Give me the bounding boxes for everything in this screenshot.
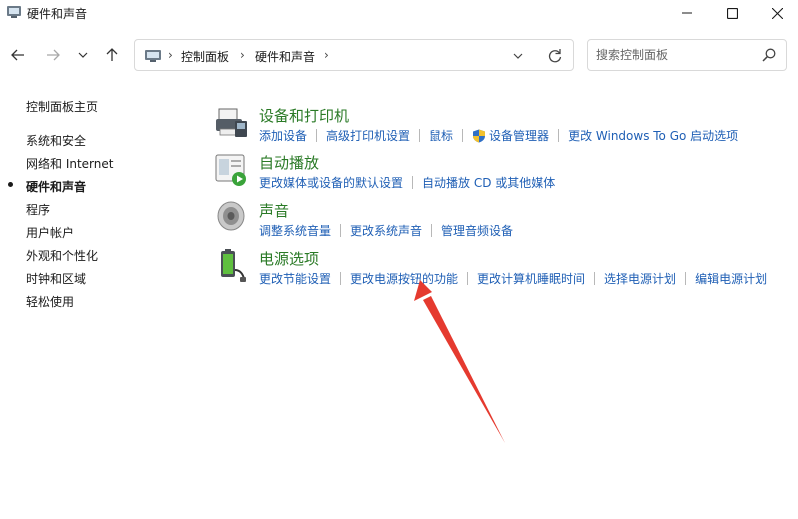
category-links: 更改节能设置 更改电源按钮的功能 更改计算机睡眠时间 选择电源计划 编辑电源计划 [259,270,767,287]
back-button[interactable] [7,44,29,66]
search-icon[interactable] [762,48,776,62]
category-title-sound[interactable]: 声音 [259,200,289,221]
link-change-system-sounds[interactable]: 更改系统声音 [350,222,422,239]
link-device-manager[interactable]: 设备管理器 [489,127,549,144]
category-links: 添加设备 高级打印机设置 鼠标 设备管理器 更改 Windows To Go 启… [259,127,738,144]
arrow-left-icon [11,49,24,61]
link-separator [340,224,342,237]
printer-icon [216,108,247,137]
link-separator [419,129,421,142]
link-edit-power-plan[interactable]: 编辑电源计划 [695,270,767,287]
sidebar-item-ease-of-access[interactable]: 轻松使用 [26,293,74,310]
category-title-devices-printers[interactable]: 设备和打印机 [259,105,349,126]
minimize-icon [682,12,692,14]
link-advanced-printer-setup[interactable]: 高级打印机设置 [326,127,410,144]
sidebar-item-system-security[interactable]: 系统和安全 [26,132,86,149]
category-power-options: 电源选项 更改节能设置 更改电源按钮的功能 更改计算机睡眠时间 选择电源计划 编… [213,248,798,294]
link-autoplay-cd[interactable]: 自动播放 CD 或其他媒体 [422,174,555,191]
window-title: 硬件和声音 [27,7,88,21]
link-choose-power-plan[interactable]: 选择电源计划 [604,270,676,287]
maximize-icon [726,7,738,19]
arrow-up-icon [106,48,118,61]
speaker-icon [217,201,245,231]
link-change-default-media[interactable]: 更改媒体或设备的默认设置 [259,174,403,191]
category-links: 调整系统音量 更改系统声音 管理音频设备 [259,222,513,239]
uac-shield-icon [473,129,486,142]
breadcrumb-control-panel[interactable]: 控制面板 [181,48,229,65]
refresh-icon[interactable] [546,47,564,65]
link-manage-audio-devices[interactable]: 管理音频设备 [441,222,513,239]
breadcrumb-chevron-icon: › [240,48,245,62]
link-separator [431,224,433,237]
link-separator [340,272,342,285]
navigation-bar: › 控制面板 › 硬件和声音 › [0,34,798,78]
sidebar-item-clock-region[interactable]: 时钟和区域 [26,270,86,287]
breadcrumb-chevron-icon: › [168,48,173,62]
address-dropdown-icon[interactable] [510,48,526,64]
sidebar-item-network-internet[interactable]: 网络和 Internet [26,155,113,172]
category-title-autoplay[interactable]: 自动播放 [259,152,319,173]
link-separator [685,272,687,285]
close-button[interactable] [754,0,798,26]
link-windows-to-go[interactable]: 更改 Windows To Go 启动选项 [568,127,738,144]
arrow-right-icon [47,49,60,61]
recent-locations-button[interactable] [72,44,94,66]
category-links: 更改媒体或设备的默认设置 自动播放 CD 或其他媒体 [259,174,555,191]
category-autoplay: 自动播放 更改媒体或设备的默认设置 自动播放 CD 或其他媒体 [213,152,798,198]
link-change-sleep-time[interactable]: 更改计算机睡眠时间 [477,270,585,287]
link-add-device[interactable]: 添加设备 [259,127,307,144]
link-adjust-volume[interactable]: 调整系统音量 [259,222,331,239]
link-change-power-buttons[interactable]: 更改电源按钮的功能 [350,270,458,287]
link-separator [462,129,464,142]
link-separator [412,176,414,189]
link-change-power-saving[interactable]: 更改节能设置 [259,270,331,287]
link-separator [558,129,560,142]
address-bar[interactable]: › 控制面板 › 硬件和声音 › [134,39,574,71]
sidebar-item-appearance[interactable]: 外观和个性化 [26,247,98,264]
breadcrumb-hardware-sound[interactable]: 硬件和声音 [255,48,315,65]
category-title-power-options[interactable]: 电源选项 [259,248,319,269]
title-bar: 硬件和声音 [0,0,798,26]
sidebar-item-hardware-sound[interactable]: 硬件和声音 [26,178,86,195]
category-devices-printers: 设备和打印机 添加设备 高级打印机设置 鼠标 设备管理器 更改 Windows … [213,105,798,151]
close-icon [771,7,783,19]
maximize-button[interactable] [709,0,755,26]
chevron-down-icon [78,52,88,58]
sidebar-item-user-accounts[interactable]: 用户帐户 [26,224,74,241]
link-separator [467,272,469,285]
forward-button[interactable] [42,44,64,66]
category-sound: 声音 调整系统音量 更改系统声音 管理音频设备 [213,200,798,246]
power-options-icon [221,249,246,282]
link-separator [316,129,318,142]
control-panel-app-icon [7,6,21,18]
breadcrumb-chevron-icon: › [324,48,329,62]
search-input[interactable] [596,46,756,64]
link-mouse[interactable]: 鼠标 [429,127,453,144]
current-section-bullet [8,182,13,187]
autoplay-icon [215,154,246,186]
sidebar-item-programs[interactable]: 程序 [26,201,50,218]
sidebar-home-link[interactable]: 控制面板主页 [26,98,98,115]
search-box[interactable] [587,39,787,71]
control-panel-icon [145,50,161,62]
link-separator [594,272,596,285]
minimize-button[interactable] [664,0,710,26]
up-button[interactable] [101,44,123,66]
